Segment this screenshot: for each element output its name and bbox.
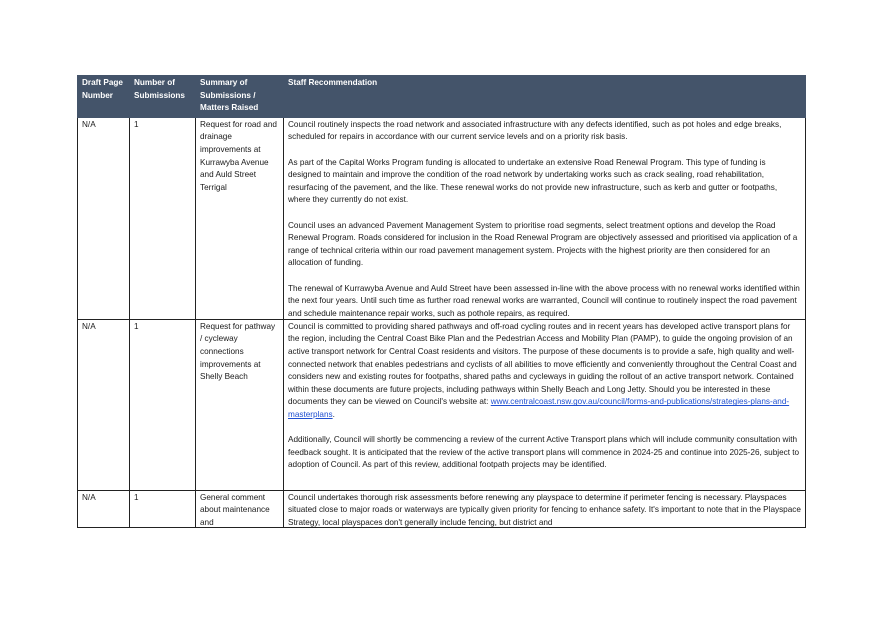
cell-page: N/A bbox=[77, 489, 130, 528]
recommendation-paragraph: Council is committed to providing shared… bbox=[288, 321, 797, 419]
cell-page: N/A bbox=[77, 116, 130, 320]
cell-count: 1 bbox=[129, 116, 196, 320]
recommendation-paragraph: Council undertakes thorough risk assessm… bbox=[288, 492, 801, 527]
cell-recommendation: Council routinely inspects the road netw… bbox=[283, 116, 806, 320]
document-page: Draft Page Number Number of Submissions … bbox=[0, 0, 873, 618]
header-draft-page-number: Draft Page Number bbox=[77, 75, 130, 118]
recommendation-paragraph: Council uses an advanced Pavement Manage… bbox=[288, 220, 798, 268]
cell-summary: General comment about maintenance and bbox=[195, 489, 284, 528]
cell-summary: Request for road and drainage improvemen… bbox=[195, 116, 284, 320]
cell-page: N/A bbox=[77, 318, 130, 491]
recommendation-paragraph: As part of the Capital Works Program fun… bbox=[288, 157, 778, 205]
recommendation-paragraph: Additionally, Council will shortly be co… bbox=[288, 435, 800, 470]
header-staff-recommendation: Staff Recommendation bbox=[283, 75, 806, 118]
cell-count: 1 bbox=[129, 318, 196, 491]
header-summary: Summary of Submissions / Matters Raised bbox=[195, 75, 284, 118]
recommendation-paragraph: Council routinely inspects the road netw… bbox=[288, 119, 782, 142]
table-row: N/A 1 General comment about maintenance … bbox=[77, 489, 806, 528]
cell-count: 1 bbox=[129, 489, 196, 528]
submissions-table: Draft Page Number Number of Submissions … bbox=[77, 75, 806, 528]
cell-recommendation: Council undertakes thorough risk assessm… bbox=[283, 489, 806, 528]
header-number-of-submissions: Number of Submissions bbox=[129, 75, 196, 118]
recommendation-paragraph: The renewal of Kurrawyba Avenue and Auld… bbox=[288, 283, 800, 318]
cell-summary: Request for pathway / cycleway connectio… bbox=[195, 318, 284, 491]
cell-recommendation: Council is committed to providing shared… bbox=[283, 318, 806, 491]
table-header-row: Draft Page Number Number of Submissions … bbox=[77, 75, 806, 118]
table-row: N/A 1 Request for road and drainage impr… bbox=[77, 116, 806, 320]
table-row: N/A 1 Request for pathway / cycleway con… bbox=[77, 318, 806, 491]
